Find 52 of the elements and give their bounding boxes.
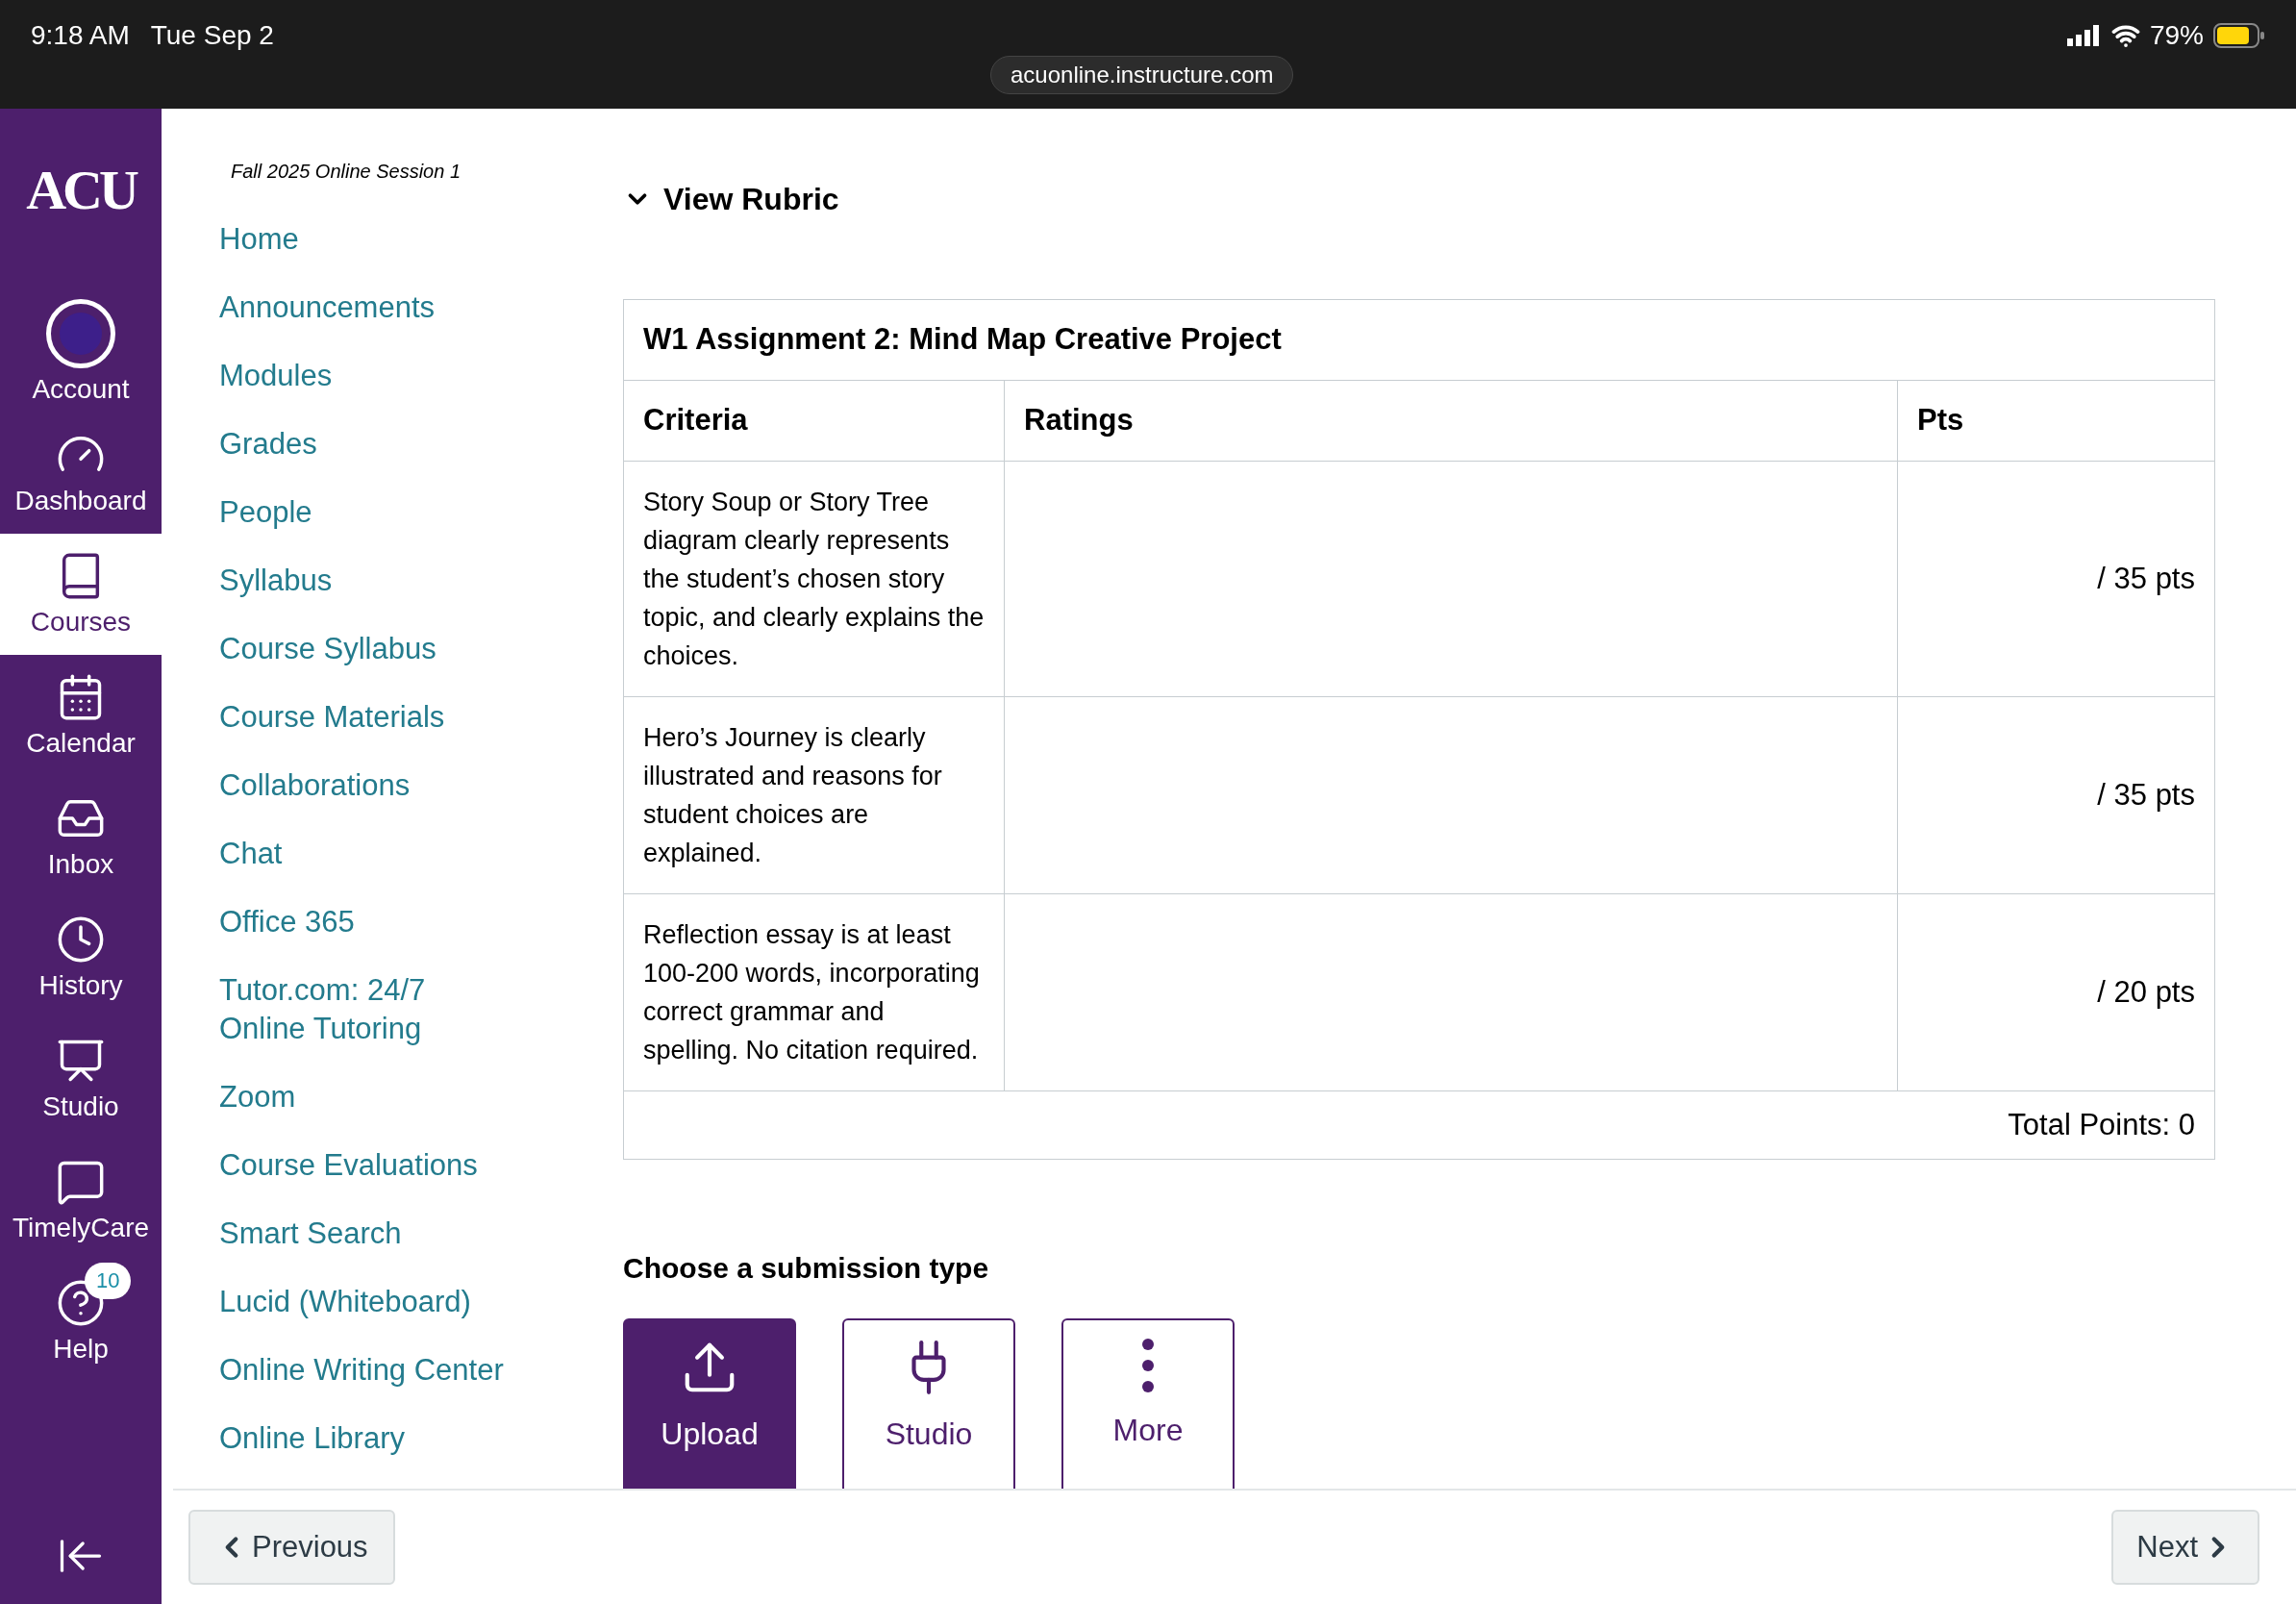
submission-heading: Choose a submission type <box>623 1251 990 1286</box>
course-nav-link[interactable]: Lucid (Whiteboard) <box>219 1283 623 1321</box>
course-nav-link[interactable]: Course Evaluations <box>219 1146 623 1185</box>
course-nav-link[interactable]: Collaborations <box>219 766 623 805</box>
status-time: 9:18 AM <box>31 19 130 52</box>
submission-type-button[interactable]: Upload <box>623 1318 796 1489</box>
course-nav-link[interactable]: Modules <box>219 357 623 395</box>
column-header: Pts <box>1897 381 2214 462</box>
logo[interactable]: ACU <box>14 138 147 263</box>
course-nav-link[interactable]: Online Writing Center <box>219 1351 623 1390</box>
course-nav-link[interactable]: Chat <box>219 835 623 873</box>
global-nav-item[interactable]: Courses <box>0 534 162 655</box>
points-cell-text: / 20 pts <box>2097 973 2195 1011</box>
global-nav-item[interactable]: Studio <box>0 1018 162 1140</box>
course-nav-link[interactable]: People <box>219 493 623 532</box>
view-rubric-toggle[interactable]: View Rubric <box>623 176 839 222</box>
criteria-cell: Hero’s Journey is clearly illustrated and reasons for student choices are explained. <box>624 697 1004 894</box>
global-nav-item[interactable]: Inbox <box>0 776 162 897</box>
url-field[interactable]: acuonline.instructure.com <box>990 56 1294 94</box>
global-nav-item[interactable]: TimelyCare <box>0 1140 162 1261</box>
battery-percentage: 79% <box>2149 19 2204 52</box>
course-nav-link[interactable]: Course Syllabus <box>219 630 623 668</box>
course-nav-link[interactable]: Zoom <box>219 1078 623 1116</box>
column-header: Ratings <box>1004 381 1897 462</box>
global-nav-item[interactable]: 10 Help <box>0 1261 162 1382</box>
criteria-cell: Reflection essay is at least 100-200 words, incorporating correct grammar and spelling. No citation required. <box>624 894 1004 1091</box>
submission-type-button[interactable]: Studio <box>842 1318 1015 1489</box>
criteria-cell: Story Soup or Story Tree diagram clearly represents the student’s chosen story topic, and clearly explains the choices. <box>624 462 1004 697</box>
status-date: Tue Sep 2 <box>150 19 274 52</box>
course-nav-link[interactable]: Tutor.com: 24/7 Online Tutoring <box>219 971 623 1048</box>
points-cell-text: / 35 pts <box>2097 560 2195 597</box>
total-points: Total Points: 0 <box>2008 1106 2195 1143</box>
previous-button[interactable]: Previous <box>188 1510 395 1585</box>
submission-type-button[interactable]: More <box>1061 1318 1235 1489</box>
term-label: Fall 2025 Online Session 1 <box>231 160 462 184</box>
global-nav-item[interactable]: History <box>0 897 162 1018</box>
course-nav-link[interactable]: Online Library <box>219 1419 623 1458</box>
course-nav-link[interactable]: Course Materials <box>219 698 623 737</box>
notification-badge: 10 <box>85 1263 132 1299</box>
course-nav-link[interactable]: Grades <box>219 425 623 464</box>
course-nav-link[interactable]: Office 365 <box>219 903 623 941</box>
global-nav-item[interactable]: Dashboard <box>0 413 162 534</box>
course-nav-link[interactable]: Announcements <box>219 288 623 327</box>
rubric-title: W1 Assignment 2: Mind Map Creative Project <box>624 300 2214 381</box>
points-cell-text: / 35 pts <box>2097 776 2195 814</box>
course-nav-link[interactable]: Smart Search <box>219 1215 623 1253</box>
column-header: Criteria <box>624 381 1004 462</box>
global-nav-item[interactable]: Account <box>0 291 162 413</box>
next-button[interactable]: Next <box>2111 1510 2259 1585</box>
course-nav-link[interactable]: Syllabus <box>219 562 623 600</box>
course-nav-link[interactable]: Home <box>219 220 623 259</box>
global-nav-item[interactable]: Calendar <box>0 655 162 776</box>
